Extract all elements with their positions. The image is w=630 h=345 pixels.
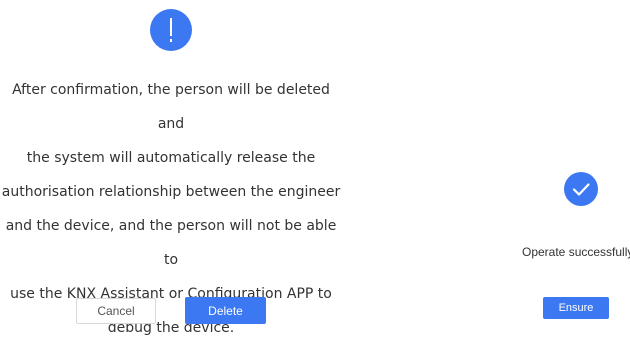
exclamation-icon: [150, 9, 192, 51]
confirm-message-line: authorisation relationship between the e…: [1, 184, 341, 200]
checkmark-icon: [564, 172, 598, 206]
confirm-message-line: the system will automatically release th…: [26, 150, 316, 166]
delete-button[interactable]: Delete: [185, 297, 266, 324]
success-message: Operate successfully: [522, 245, 630, 259]
confirm-message-line: debug the device.: [107, 320, 235, 336]
cancel-button[interactable]: Cancel: [76, 298, 156, 324]
confirm-message-line: After confirmation, the person will be d…: [12, 82, 330, 132]
confirm-message: After confirmation, the person will be d…: [0, 73, 342, 345]
delete-confirm-dialog: After confirmation, the person will be d…: [0, 0, 360, 336]
confirm-message-line: and the device, and the person will not …: [5, 218, 337, 268]
ensure-button[interactable]: Ensure: [543, 297, 609, 319]
success-dialog: Operate successfully Ensure: [500, 0, 630, 323]
confirm-message-line: use the KNX Assistant or Configuration A…: [10, 286, 332, 302]
